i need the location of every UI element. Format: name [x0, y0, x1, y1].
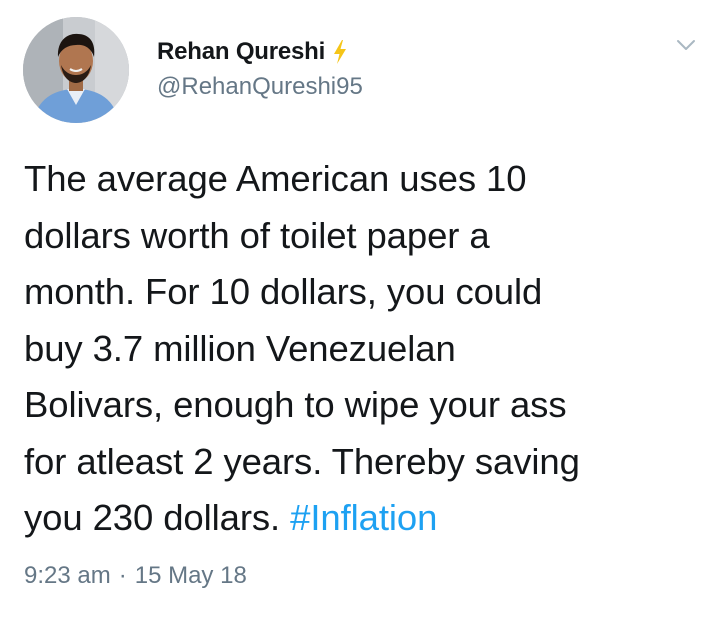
chevron-down-icon [677, 40, 695, 50]
timestamp-separator: · [118, 562, 127, 589]
tweet-date: 15 May 18 [134, 562, 247, 589]
tweet-timestamp[interactable]: 9:23 am · 15 May 18 [24, 562, 247, 590]
profile-photo [23, 17, 129, 123]
tweet-text: The average American uses 10 dollars wor… [24, 151, 714, 547]
hashtag-link[interactable]: #Inflation [290, 497, 437, 538]
lightning-bolt-icon [333, 40, 347, 64]
user-info[interactable]: Rehan Qureshi @RehanQureshi95 [157, 36, 363, 101]
tweet-card: Rehan Qureshi @RehanQureshi95 The averag… [0, 0, 720, 619]
user-handle[interactable]: @RehanQureshi95 [157, 73, 363, 101]
display-name[interactable]: Rehan Qureshi [157, 38, 325, 66]
tweet-menu-button[interactable] [668, 30, 704, 60]
name-row: Rehan Qureshi [157, 36, 363, 68]
tweet-body: The average American uses 10 dollars wor… [24, 158, 580, 538]
tweet-time: 9:23 am [24, 562, 111, 589]
avatar[interactable] [23, 17, 129, 123]
